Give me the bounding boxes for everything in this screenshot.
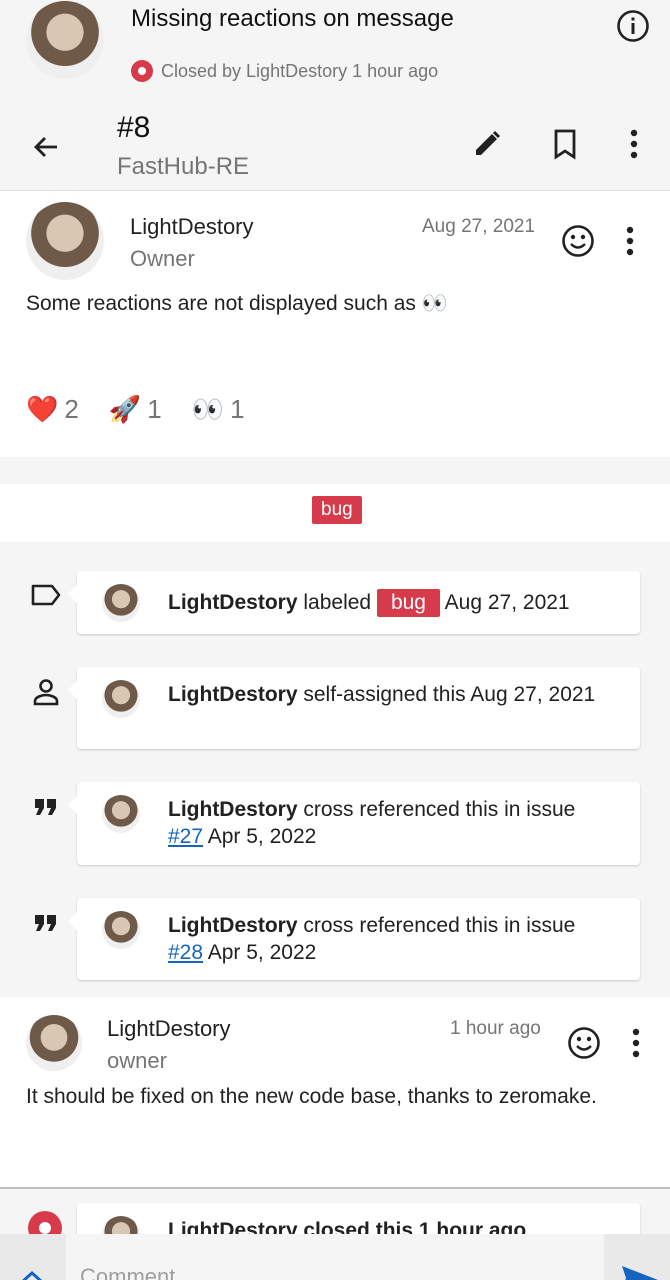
event-action: labeled (303, 591, 372, 614)
event-text: LightDestory cross referenced this in is… (168, 912, 610, 966)
event-actor[interactable]: LightDestory (168, 683, 298, 706)
label-badge-bug[interactable]: bug (312, 496, 362, 524)
reaction-rocket-count: 1 (147, 394, 162, 424)
author-name[interactable]: LightDestory (130, 214, 254, 240)
event-text: LightDestory cross referenced this in is… (168, 796, 610, 850)
reaction-rocket[interactable]: 🚀 1 (109, 394, 162, 425)
person-icon (28, 674, 64, 710)
actor-avatar[interactable] (102, 584, 140, 622)
issue-link-27[interactable]: #27 (168, 825, 203, 848)
issue-number: #8 (117, 111, 151, 144)
timeline-event-assigned: LightDestory self-assigned this Aug 27, … (68, 667, 640, 749)
comment-more-icon[interactable] (620, 1023, 652, 1063)
add-reaction-icon[interactable] (564, 1023, 604, 1063)
reactions-row: ❤️ 2 🚀 1 👀 1 (26, 394, 245, 425)
event-text: LightDestory self-assigned this Aug 27, … (168, 681, 610, 708)
divider (0, 1187, 670, 1189)
issue-header: Missing reactions on message Closed by L… (0, 0, 670, 105)
issue-status: Closed by LightDestory 1 hour ago (131, 60, 438, 82)
reaction-eyes-count: 1 (230, 394, 245, 424)
label-badge-bug[interactable]: bug (376, 589, 440, 617)
issue-title: Missing reactions on message (131, 5, 454, 32)
commenter-name[interactable]: LightDestory (107, 1016, 231, 1042)
timeline-event-cross-ref-27: LightDestory cross referenced this in is… (68, 782, 640, 865)
timeline-event-labeled: LightDestory labeled bug Aug 27, 2021 (68, 571, 640, 634)
author-role: Owner (130, 246, 195, 271)
comment-composer: Comment (0, 1234, 670, 1280)
issue-date: Aug 27, 2021 (422, 216, 536, 237)
timeline-event-cross-ref-28: LightDestory cross referenced this in is… (68, 898, 640, 980)
actor-avatar[interactable] (102, 795, 140, 833)
commenter-role: owner (107, 1048, 167, 1073)
reaction-eyes-emoji: 👀 (191, 394, 225, 424)
event-action: self-assigned this Aug 27, 2021 (303, 683, 596, 706)
event-actor[interactable]: LightDestory (168, 798, 298, 821)
reaction-heart[interactable]: ❤️ 2 (26, 394, 79, 425)
label-icon (28, 577, 64, 613)
closed-state-icon (131, 60, 153, 82)
event-date: Apr 5, 2022 (207, 825, 317, 848)
send-icon[interactable] (618, 1262, 662, 1280)
add-reaction-icon[interactable] (558, 221, 598, 261)
issue-link-28[interactable]: #28 (168, 941, 203, 964)
event-actor[interactable]: LightDestory (168, 591, 298, 614)
event-text: LightDestory labeled bug Aug 27, 2021 (168, 589, 610, 617)
actor-avatar[interactable] (102, 911, 140, 949)
reaction-heart-emoji: ❤️ (26, 394, 59, 424)
comment-input[interactable]: Comment (66, 1234, 604, 1280)
edit-pencil-icon[interactable] (466, 123, 508, 165)
event-date: Apr 5, 2022 (207, 941, 317, 964)
reaction-rocket-emoji: 🚀 (108, 394, 142, 424)
comment-card: LightDestory owner 1 hour ago It should … (0, 997, 670, 1187)
quote-icon (28, 788, 64, 824)
more-vert-icon[interactable] (614, 123, 654, 165)
info-icon[interactable] (613, 6, 653, 46)
author-avatar[interactable] (26, 202, 104, 280)
back-arrow-icon[interactable] (24, 125, 68, 169)
actor-avatar[interactable] (102, 680, 140, 718)
app-toolbar: #8 FastHub-RE (0, 105, 670, 191)
quote-icon (28, 904, 64, 940)
comment-more-icon[interactable] (614, 221, 646, 261)
event-date: Aug 27, 2021 (444, 591, 570, 614)
comment-body-text: It should be fixed on the new code base,… (26, 1085, 597, 1108)
comment-placeholder: Comment (80, 1264, 176, 1280)
bookmark-icon[interactable] (544, 123, 586, 165)
event-action: cross referenced this in issue (303, 914, 576, 937)
expand-chevron-icon[interactable] (14, 1266, 50, 1280)
repo-name[interactable]: FastHub-RE (117, 153, 249, 181)
event-actor[interactable]: LightDestory (168, 914, 298, 937)
event-action: cross referenced this in issue (303, 798, 576, 821)
reaction-heart-count: 2 (64, 394, 79, 424)
issue-labels-strip: bug (0, 484, 670, 542)
status-text: Closed by LightDestory 1 hour ago (161, 60, 439, 81)
comment-date: 1 hour ago (450, 1018, 541, 1039)
issue-body-text: Some reactions are not displayed such as… (26, 292, 448, 315)
reaction-eyes[interactable]: 👀 1 (192, 394, 245, 425)
issue-body-card: LightDestory Owner Aug 27, 2021 Some rea… (0, 191, 670, 457)
author-avatar[interactable] (26, 1, 104, 79)
commenter-avatar[interactable] (26, 1015, 82, 1071)
